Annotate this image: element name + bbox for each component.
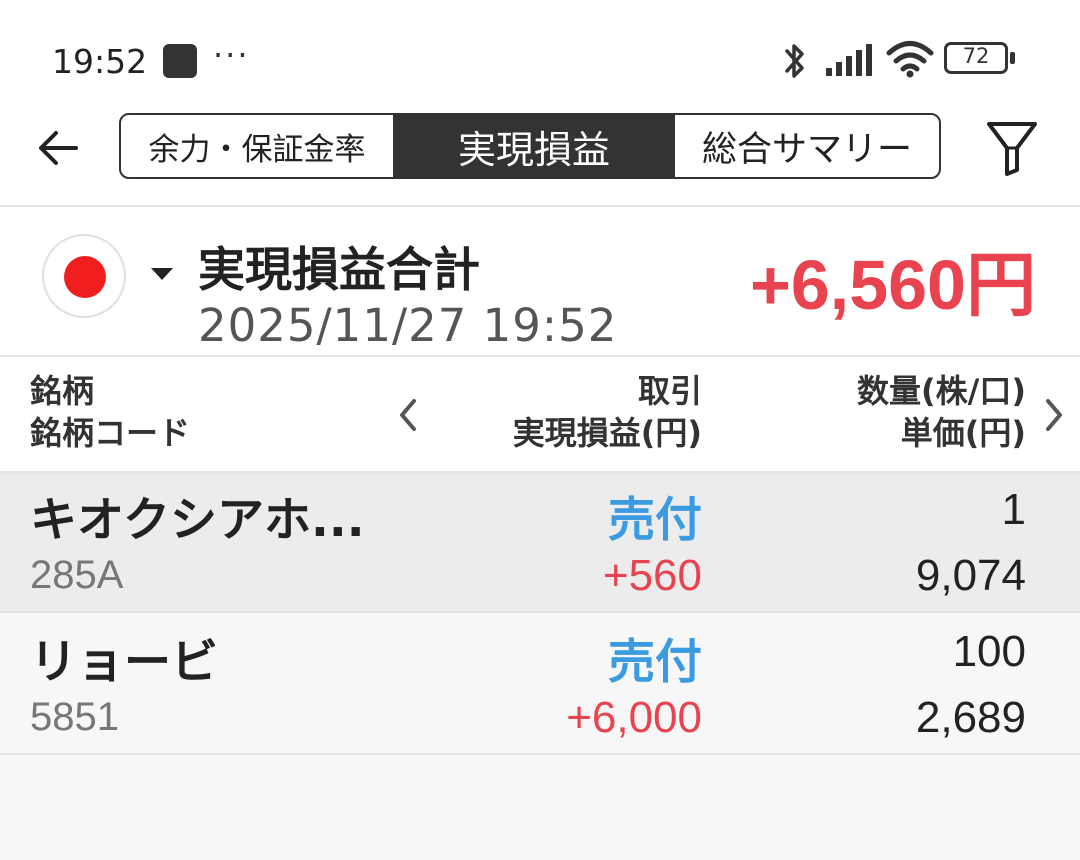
filter-icon[interactable] — [986, 120, 1038, 178]
table-row[interactable]: キオクシアホ... 285A 売付 +560 1 9,074 — [0, 473, 1080, 613]
japan-flag-icon — [64, 256, 106, 298]
col-stock-code-header: 銘柄コード — [30, 414, 191, 452]
stock-code: 285A — [30, 553, 124, 597]
trade-type: 売付 — [608, 493, 702, 548]
col-quantity-header: 数量(株/口) — [857, 372, 1026, 410]
col-realized-pnl-header: 実現損益(円) — [512, 414, 702, 452]
signal-icon — [826, 44, 872, 76]
summary-title: 実現損益合計 — [198, 243, 480, 298]
realized-pnl-summary: 実現損益合計 2025/11/27 19:52 +6,560円 — [0, 207, 1080, 357]
stock-name: リョービ — [30, 635, 218, 690]
wifi-icon — [886, 41, 934, 78]
bluetooth-icon — [785, 44, 804, 78]
status-bar: 19:52 ··· 72 — [0, 0, 1080, 110]
unit-price: 9,074 — [915, 551, 1026, 600]
back-arrow-icon[interactable] — [36, 128, 82, 168]
summary-datetime: 2025/11/27 19:52 — [198, 299, 618, 352]
tab-overall-summary[interactable]: 総合サマリー — [675, 115, 939, 177]
quantity: 100 — [952, 627, 1026, 676]
stock-code: 5851 — [30, 695, 119, 739]
tab-margin-ratio[interactable]: 余力・保証金率 — [121, 115, 393, 177]
more-notifications-icon: ··· — [213, 36, 250, 74]
summary-total-amount: +6,560円 — [749, 246, 1036, 324]
realized-pnl: +560 — [602, 551, 702, 600]
tab-realized-pnl[interactable]: 実現損益 — [393, 115, 675, 177]
stock-name: キオクシアホ... — [30, 493, 365, 548]
col-stock-name-header: 銘柄 — [30, 372, 95, 410]
realized-pnl: +6,000 — [566, 693, 702, 742]
dropdown-caret-icon[interactable] — [151, 268, 173, 280]
trade-type: 売付 — [608, 635, 702, 690]
unit-price: 2,689 — [915, 693, 1026, 742]
chevron-right-icon[interactable] — [1043, 398, 1065, 432]
tab-segment-control: 余力・保証金率 実現損益 総合サマリー — [119, 113, 941, 179]
market-flag-selector[interactable] — [42, 234, 126, 318]
quantity: 1 — [1001, 485, 1026, 534]
table-row[interactable]: リョービ 5851 売付 +6,000 100 2,689 — [0, 615, 1080, 755]
col-trade-header: 取引 — [637, 372, 702, 410]
chevron-left-icon[interactable] — [397, 398, 419, 432]
notification-app-icon — [163, 44, 197, 78]
table-header: 銘柄 銘柄コード 取引 実現損益(円) 数量(株/口) 単価(円) — [0, 357, 1080, 473]
col-unit-price-header: 単価(円) — [900, 414, 1026, 452]
battery-icon: 72 — [944, 42, 1016, 76]
battery-level: 72 — [962, 44, 990, 68]
status-time: 19:52 — [52, 42, 148, 81]
